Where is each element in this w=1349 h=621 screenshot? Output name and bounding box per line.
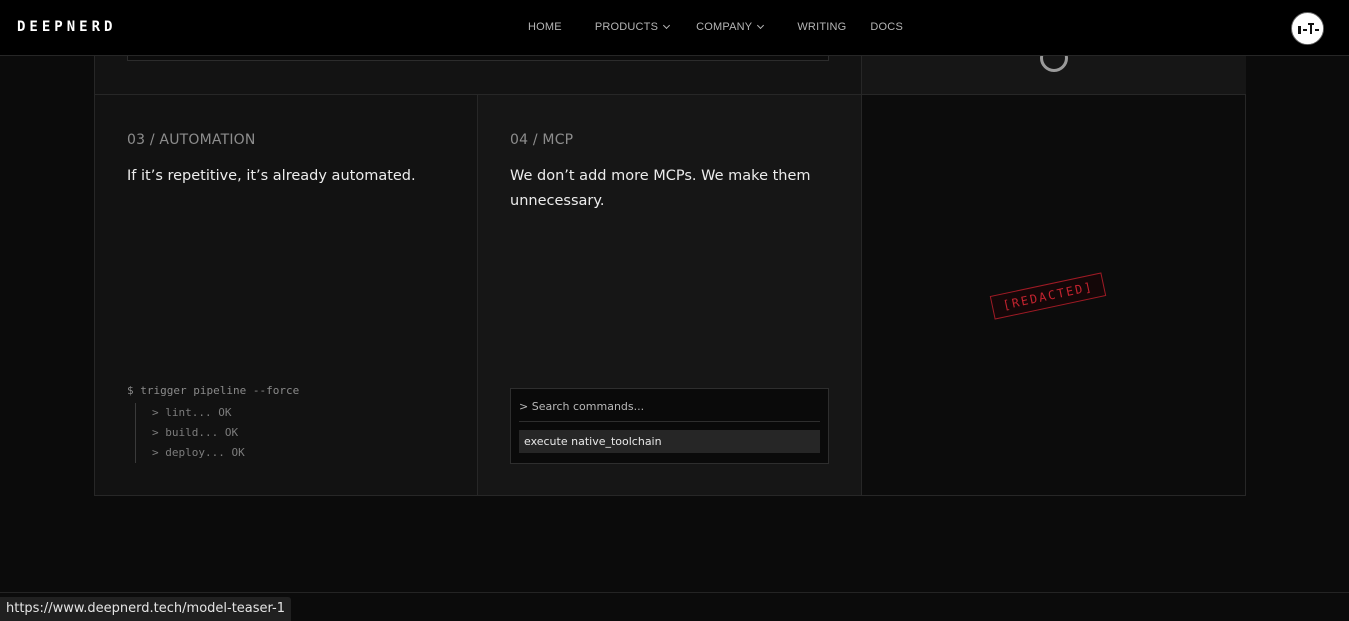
terminal-step: > deploy... OK (152, 446, 245, 459)
chevron-down-icon (757, 21, 765, 30)
nav-links: HOME PRODUCTS COMPANY WRITING DOCS (528, 21, 927, 33)
command-search-input[interactable] (519, 389, 820, 422)
card-automation: 03 / AUTOMATION If it’s repetitive, it’s… (95, 95, 478, 495)
chevron-down-icon (663, 21, 671, 30)
footer-divider (0, 592, 1349, 593)
brand-logo[interactable]: DEEPNERD (17, 19, 116, 35)
avatar-graphic (1293, 14, 1323, 44)
user-avatar-icon[interactable] (1291, 12, 1324, 45)
nav-item-company[interactable]: COMPANY (696, 21, 765, 33)
terminal-steps: > lint... OK > build... OK > deploy... O… (135, 403, 299, 463)
card-title: We don’t add more MCPs. We make them unn… (510, 168, 811, 209)
nav-item-label: WRITING (797, 21, 847, 33)
nav-item-writing[interactable]: WRITING (797, 21, 846, 33)
card-eyebrow: 03 / AUTOMATION (127, 132, 256, 148)
nav-item-docs[interactable]: DOCS (870, 21, 903, 33)
nav-item-label: PRODUCTS (594, 21, 659, 33)
command-palette: execute native_toolchain (510, 388, 829, 464)
browser-status-url: https://www.deepnerd.tech/model-teaser-1 (0, 597, 292, 621)
card-eyebrow: 04 / MCP (510, 132, 574, 148)
feature-grid: 03 / AUTOMATION If it’s repetitive, it’s… (94, 94, 1246, 496)
terminal-command: $ trigger pipeline --force (127, 384, 300, 397)
terminal-step: > lint... OK (152, 406, 232, 419)
nav-item-home[interactable]: HOME (528, 21, 562, 33)
terminal-output: $ trigger pipeline --force > lint... OK … (127, 384, 299, 463)
top-navigation: DEEPNERD HOME PRODUCTS COMPANY WRITING D… (0, 0, 1349, 56)
redacted-stamp: [REDACTED] (989, 272, 1107, 320)
previous-card-row (94, 55, 1246, 95)
nav-item-label: DOCS (870, 21, 903, 33)
command-item[interactable]: execute native_toolchain (519, 430, 820, 453)
card-redacted: [REDACTED] (862, 95, 1245, 495)
card-title: If it’s repetitive, it’s already automat… (127, 168, 416, 184)
nav-item-label: COMPANY (696, 21, 753, 33)
terminal-step: > build... OK (152, 426, 239, 439)
card-mcp: 04 / MCP We don’t add more MCPs. We make… (478, 95, 862, 495)
nav-item-products[interactable]: PRODUCTS (594, 21, 671, 33)
nav-item-label: HOME (528, 21, 562, 33)
